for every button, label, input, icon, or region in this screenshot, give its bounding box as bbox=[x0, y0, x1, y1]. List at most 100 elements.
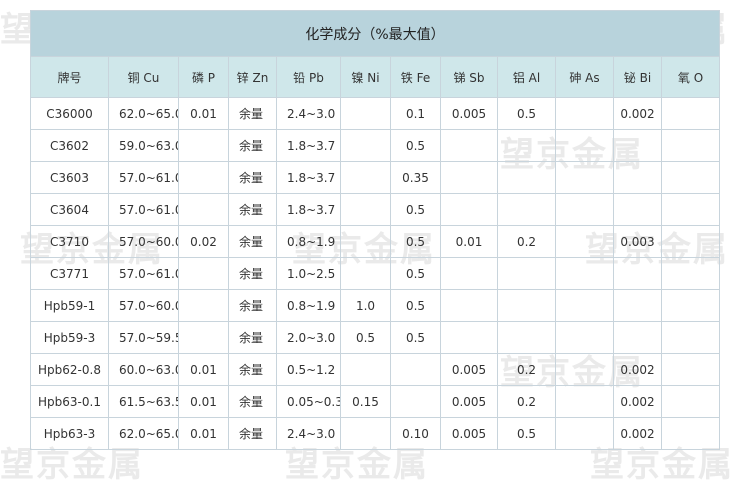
cell-phosphorus: 0.01 bbox=[178, 385, 229, 418]
cell-lead: 0.8~1.9 bbox=[276, 225, 341, 258]
cell-bismuth: 0.002 bbox=[613, 97, 662, 130]
cell-phosphorus: 0.02 bbox=[178, 225, 229, 258]
cell-arsenic bbox=[555, 129, 614, 162]
cell-grade: C3603 bbox=[30, 161, 109, 194]
cell-aluminum bbox=[497, 257, 556, 290]
cell-copper: 59.0~63.0 bbox=[108, 129, 179, 162]
cell-grade: C3602 bbox=[30, 129, 109, 162]
cell-bismuth: 0.002 bbox=[613, 353, 662, 386]
cell-nickel bbox=[340, 353, 391, 386]
cell-bismuth: 0.002 bbox=[613, 417, 662, 450]
header-nickel: 镍 Ni bbox=[340, 56, 391, 98]
cell-aluminum: 0.5 bbox=[497, 97, 556, 130]
header-phosphorus: 磷 P bbox=[178, 56, 229, 98]
cell-oxygen bbox=[660, 161, 721, 194]
cell-grade: C3710 bbox=[30, 225, 109, 258]
cell-antimony bbox=[440, 129, 498, 162]
cell-zinc: 余量 bbox=[228, 193, 277, 226]
cell-antimony: 0.005 bbox=[440, 353, 498, 386]
cell-iron: 0.5 bbox=[390, 225, 441, 258]
cell-oxygen bbox=[660, 97, 721, 130]
cell-phosphorus: 0.01 bbox=[178, 353, 229, 386]
table-row: Hpb62-0.8 60.0~63.0 0.01 余量 0.5~1.2 0.005 0.2 0… bbox=[30, 353, 721, 386]
cell-lead: 0.5~1.2 bbox=[276, 353, 341, 386]
cell-iron: 0.5 bbox=[390, 321, 441, 354]
cell-aluminum: 0.2 bbox=[497, 385, 556, 418]
cell-arsenic bbox=[555, 257, 614, 290]
cell-phosphorus bbox=[178, 257, 229, 290]
header-antimony: 锑 Sb bbox=[440, 56, 498, 98]
cell-antimony: 0.005 bbox=[440, 417, 498, 450]
cell-arsenic bbox=[555, 321, 614, 354]
cell-bismuth bbox=[613, 257, 662, 290]
table-title: 化学成分（%最大值） bbox=[29, 10, 721, 57]
header-bismuth: 铋 Bi bbox=[613, 56, 662, 98]
cell-copper: 57.0~59.5 bbox=[108, 321, 179, 354]
cell-oxygen bbox=[660, 385, 721, 418]
cell-aluminum: 0.5 bbox=[497, 417, 556, 450]
cell-iron: 0.5 bbox=[390, 129, 441, 162]
table-row: C3604 57.0~61.0 余量 1.8~3.7 0.5 bbox=[30, 193, 721, 226]
cell-copper: 57.0~60.0 bbox=[108, 225, 179, 258]
cell-iron: 0.5 bbox=[390, 193, 441, 226]
table-row: Hpb63-0.1 61.5~63.5 0.01 余量 0.05~0.3 0.15 0.00… bbox=[30, 385, 721, 418]
cell-copper: 61.5~63.5 bbox=[108, 385, 179, 418]
cell-iron: 0.35 bbox=[390, 161, 441, 194]
cell-aluminum bbox=[497, 193, 556, 226]
cell-nickel bbox=[340, 257, 391, 290]
cell-copper: 57.0~60.0 bbox=[108, 289, 179, 322]
table-row: C3771 57.0~61.0 余量 1.0~2.5 0.5 bbox=[30, 257, 721, 290]
cell-oxygen bbox=[660, 321, 721, 354]
cell-phosphorus: 0.01 bbox=[178, 97, 229, 130]
cell-iron bbox=[390, 353, 441, 386]
header-copper: 铜 Cu bbox=[108, 56, 179, 98]
cell-arsenic bbox=[555, 97, 614, 130]
cell-iron bbox=[390, 385, 441, 418]
cell-zinc: 余量 bbox=[228, 129, 277, 162]
cell-oxygen bbox=[660, 353, 721, 386]
cell-zinc: 余量 bbox=[228, 97, 277, 130]
cell-aluminum bbox=[497, 289, 556, 322]
header-lead: 铅 Pb bbox=[276, 56, 341, 98]
header-arsenic: 砷 As bbox=[555, 56, 614, 98]
table-row: Hpb63-3 62.0~65.0 0.01 余量 2.4~3.0 0.10 0.005 0.… bbox=[30, 417, 721, 450]
header-iron: 铁 Fe bbox=[390, 56, 441, 98]
table-row: C36000 62.0~65.0 0.01 余量 2.4~3.0 0.1 0.005 0.5 0… bbox=[30, 97, 721, 130]
cell-zinc: 余量 bbox=[228, 289, 277, 322]
cell-iron: 0.10 bbox=[390, 417, 441, 450]
cell-arsenic bbox=[555, 289, 614, 322]
cell-arsenic bbox=[555, 385, 614, 418]
cell-nickel bbox=[340, 161, 391, 194]
cell-grade: C36000 bbox=[30, 97, 109, 130]
cell-zinc: 余量 bbox=[228, 225, 277, 258]
cell-lead: 2.0~3.0 bbox=[276, 321, 341, 354]
cell-arsenic bbox=[555, 417, 614, 450]
cell-lead: 0.8~1.9 bbox=[276, 289, 341, 322]
cell-grade: Hpb63-3 bbox=[30, 417, 109, 450]
cell-bismuth bbox=[613, 289, 662, 322]
header-oxygen: 氧 O bbox=[660, 56, 721, 98]
cell-oxygen bbox=[660, 129, 721, 162]
cell-copper: 62.0~65.0 bbox=[108, 97, 179, 130]
table-row: C3710 57.0~60.0 0.02 余量 0.8~1.9 0.5 0.01 0.2 0.0… bbox=[30, 225, 721, 258]
cell-lead: 1.8~3.7 bbox=[276, 161, 341, 194]
cell-antimony bbox=[440, 193, 498, 226]
cell-grade: Hpb59-1 bbox=[30, 289, 109, 322]
cell-phosphorus bbox=[178, 321, 229, 354]
cell-lead: 2.4~3.0 bbox=[276, 417, 341, 450]
cell-grade: Hpb62-0.8 bbox=[30, 353, 109, 386]
cell-nickel: 0.5 bbox=[340, 321, 391, 354]
cell-bismuth bbox=[613, 193, 662, 226]
table-header-row: 牌号铜 Cu 磷 P锌 Zn 铅 Pb 镍 Ni 铁 Fe 锑 Sb 铝 Al 砷 As 铋 B… bbox=[30, 56, 721, 98]
cell-nickel bbox=[340, 97, 391, 130]
cell-copper: 57.0~61.0 bbox=[108, 161, 179, 194]
cell-zinc: 余量 bbox=[228, 257, 277, 290]
table-row: C3603 57.0~61.0 余量 1.8~3.7 0.35 bbox=[30, 161, 721, 194]
cell-nickel bbox=[340, 225, 391, 258]
cell-zinc: 余量 bbox=[228, 353, 277, 386]
table-body: C36000 62.0~65.0 0.01 余量 2.4~3.0 0.1 0.005 0.5 0… bbox=[30, 97, 721, 450]
cell-antimony bbox=[440, 161, 498, 194]
cell-copper: 62.0~65.0 bbox=[108, 417, 179, 450]
cell-nickel: 0.15 bbox=[340, 385, 391, 418]
cell-grade: Hpb63-0.1 bbox=[30, 385, 109, 418]
